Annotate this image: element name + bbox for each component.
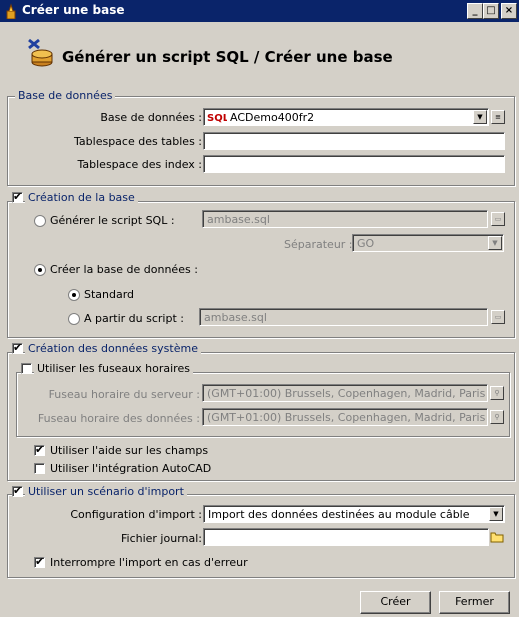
creation-group-legend: Création de la base [25, 191, 138, 204]
journal-input[interactable] [203, 528, 489, 546]
config-import-label: Configuration d'import : [70, 508, 202, 521]
import-group-legend: Utiliser un scénario d'import [25, 485, 187, 498]
browse-folder-icon[interactable]: ▭ [491, 310, 505, 324]
page-title: Générer un script SQL / Créer une base [62, 48, 393, 66]
interrupt-checkbox[interactable]: ✔ [34, 555, 45, 568]
generate-sql-value: ambase.sql [207, 213, 270, 226]
base-select[interactable]: SQL ACDemo400fr2 ▼ [203, 108, 489, 126]
chevron-down-icon[interactable]: ▼ [488, 236, 502, 250]
folder-icon[interactable] [490, 530, 504, 544]
base-value: ACDemo400fr2 [230, 111, 315, 124]
from-script-label: A partir du script : [84, 312, 184, 325]
sql-database-icon: SQL [207, 113, 227, 123]
server-tz-value: (GMT+01:00) Brussels, Copenhagen, Madrid… [207, 387, 486, 400]
field-help-checkbox[interactable]: ✔ [34, 443, 45, 456]
server-tz-label: Fuseau horaire du serveur : [48, 388, 200, 401]
data-tz-label: Fuseau horaire des données : [37, 412, 200, 425]
server-tz-input[interactable]: (GMT+01:00) Brussels, Copenhagen, Madrid… [202, 384, 488, 402]
close-button[interactable]: Fermer [439, 591, 510, 614]
from-script-input[interactable]: ambase.sql [199, 308, 488, 326]
database-wizard-icon [28, 38, 53, 67]
standard-radio[interactable] [68, 289, 80, 301]
chevron-down-icon[interactable]: ▼ [489, 507, 503, 521]
search-icon[interactable]: ⚲ [490, 386, 504, 400]
tablespace-tables-label: Tablespace des tables : [74, 135, 202, 148]
import-checkbox[interactable]: ✔ [12, 484, 23, 497]
standard-label: Standard [84, 288, 135, 301]
generate-sql-label: Générer le script SQL : [50, 214, 175, 227]
interrupt-label: Interrompre l'import en cas d'erreur [50, 556, 248, 569]
system-data-checkbox[interactable]: ✔ [12, 341, 23, 354]
app-icon [6, 3, 16, 19]
minimize-button[interactable]: _ [467, 3, 483, 19]
tablespace-tables-input[interactable] [203, 132, 505, 150]
autocad-checkbox[interactable] [34, 463, 45, 474]
timezones-legend: Utiliser les fuseaux horaires [34, 362, 193, 375]
create-db-radio[interactable] [34, 264, 46, 276]
window-title: Créer une base [22, 3, 125, 17]
generate-sql-input[interactable]: ambase.sql [202, 210, 488, 228]
base-label: Base de données : [100, 111, 202, 124]
search-icon[interactable]: ⚲ [490, 410, 504, 424]
create-button[interactable]: Créer [360, 591, 431, 614]
close-window-button[interactable]: × [501, 3, 517, 19]
data-tz-value: (GMT+01:00) Brussels, Copenhagen, Madrid… [207, 411, 486, 424]
autocad-label: Utiliser l'intégration AutoCAD [50, 462, 212, 475]
tablespace-index-label: Tablespace des index : [77, 158, 203, 171]
from-script-value: ambase.sql [204, 311, 267, 324]
details-button[interactable]: ≡ [491, 110, 505, 124]
config-import-value: Import des données destinées au module c… [208, 508, 470, 521]
timezones-group [16, 372, 510, 437]
create-db-label: Créer la base de données : [50, 263, 198, 276]
data-tz-input[interactable]: (GMT+01:00) Brussels, Copenhagen, Madrid… [202, 408, 488, 426]
creation-checkbox[interactable]: ✔ [12, 190, 23, 203]
journal-label: Fichier journal: [120, 532, 202, 545]
field-help-label: Utiliser l'aide sur les champs [50, 444, 209, 457]
title-bar[interactable]: Créer une base _ □ × [0, 0, 519, 22]
system-data-group-legend: Création des données système [25, 342, 201, 355]
tablespace-index-input[interactable] [203, 155, 505, 173]
database-group-legend: Base de données [15, 89, 116, 102]
separator-value: GO [357, 237, 375, 250]
generate-sql-radio[interactable] [34, 215, 46, 227]
timezones-checkbox[interactable] [21, 363, 32, 374]
config-import-select[interactable]: Import des données destinées au module c… [203, 505, 505, 523]
separator-label: Séparateur : [284, 238, 353, 251]
separator-select[interactable]: GO ▼ [352, 234, 504, 252]
maximize-button[interactable]: □ [483, 3, 499, 19]
browse-folder-icon[interactable]: ▭ [491, 212, 505, 226]
chevron-down-icon[interactable]: ▼ [473, 110, 487, 124]
svg-text:SQL: SQL [207, 113, 227, 123]
from-script-radio[interactable] [68, 313, 80, 325]
